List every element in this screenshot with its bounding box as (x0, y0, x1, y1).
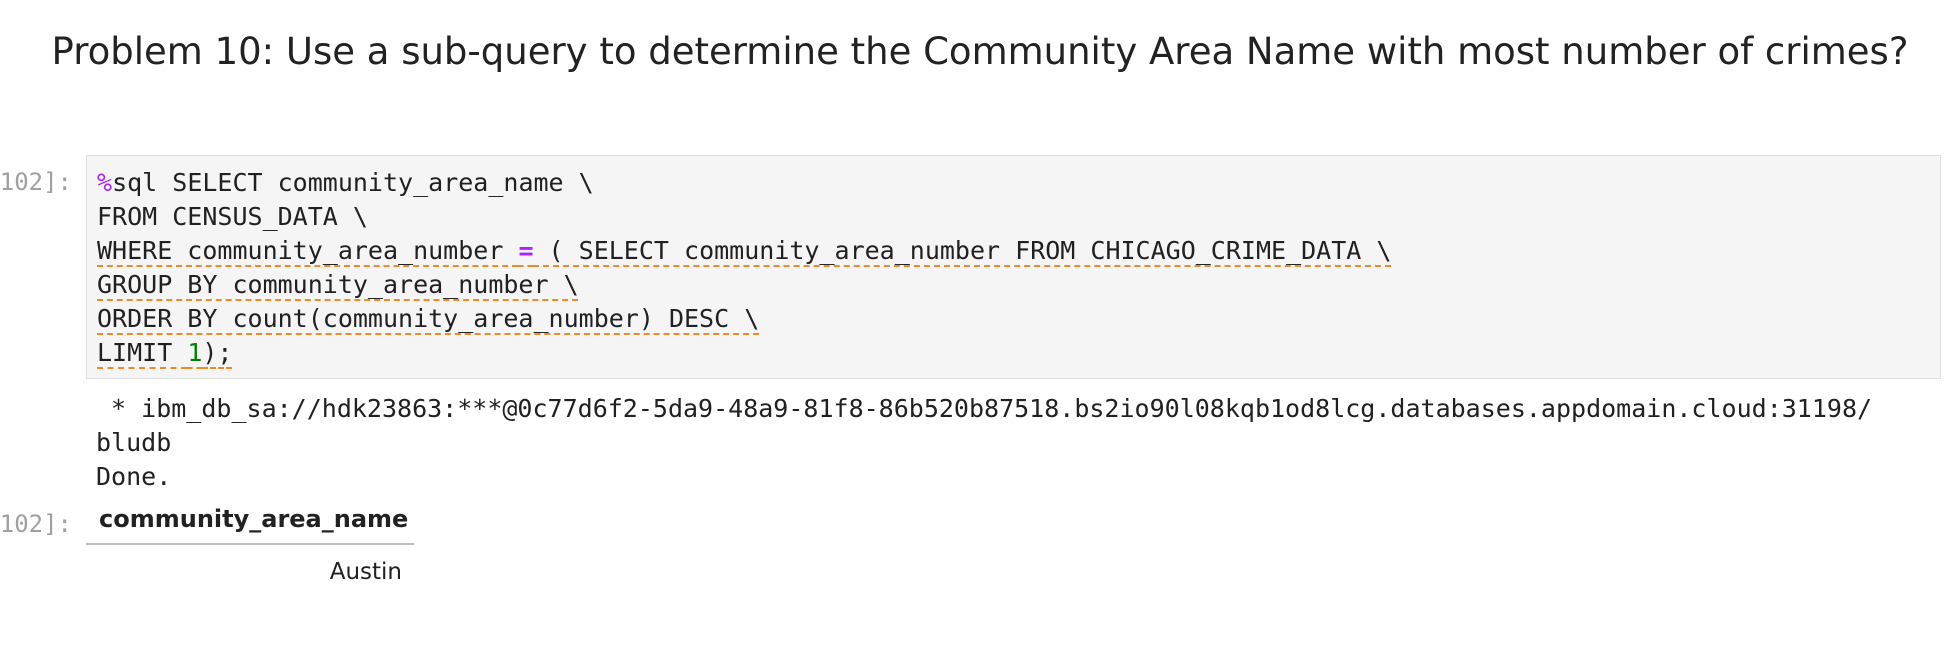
equals-operator: = (518, 236, 534, 265)
limit-number: 1 (187, 338, 203, 367)
code-line-2: FROM CENSUS_DATA \ (97, 202, 368, 231)
code-line-6a: LIMIT (97, 338, 188, 367)
code-line-4: GROUP BY community_area_number \ (97, 270, 579, 299)
result-table: community_area_name Austin (86, 505, 414, 585)
column-header: community_area_name (86, 505, 414, 545)
code-line-6b: ); (202, 338, 233, 367)
code-line-6: LIMIT 1); (97, 338, 232, 367)
code-editor[interactable]: %sql SELECT community_area_name \ FROM C… (97, 166, 1391, 370)
input-prompt: 102]: (0, 168, 72, 196)
code-line-3a: WHERE community_area_number (97, 236, 519, 265)
cell-output-text: * ibm_db_sa://hdk23863:***@0c77d6f2-5da9… (96, 392, 1872, 494)
table-cell: Austin (329, 559, 402, 585)
code-line-3b: ( SELECT community_area_number FROM CHIC… (533, 236, 1392, 265)
code-cell[interactable]: %sql SELECT community_area_name \ FROM C… (86, 155, 1941, 379)
output-prompt: 102]: (0, 510, 72, 538)
code-line-5: ORDER BY count(community_area_number) DE… (97, 304, 760, 333)
connection-db: bludb (96, 428, 172, 457)
connection-string: * ibm_db_sa://hdk23863:***@0c77d6f2-5da9… (96, 394, 1873, 423)
code-line-3: WHERE community_area_number = ( SELECT c… (97, 236, 1391, 265)
done-message: Done. (96, 462, 172, 491)
problem-heading: Problem 10: Use a sub-query to determine… (51, 30, 1909, 73)
code-line-1: sql SELECT community_area_name \ (112, 168, 594, 197)
magic-symbol: % (97, 168, 113, 197)
